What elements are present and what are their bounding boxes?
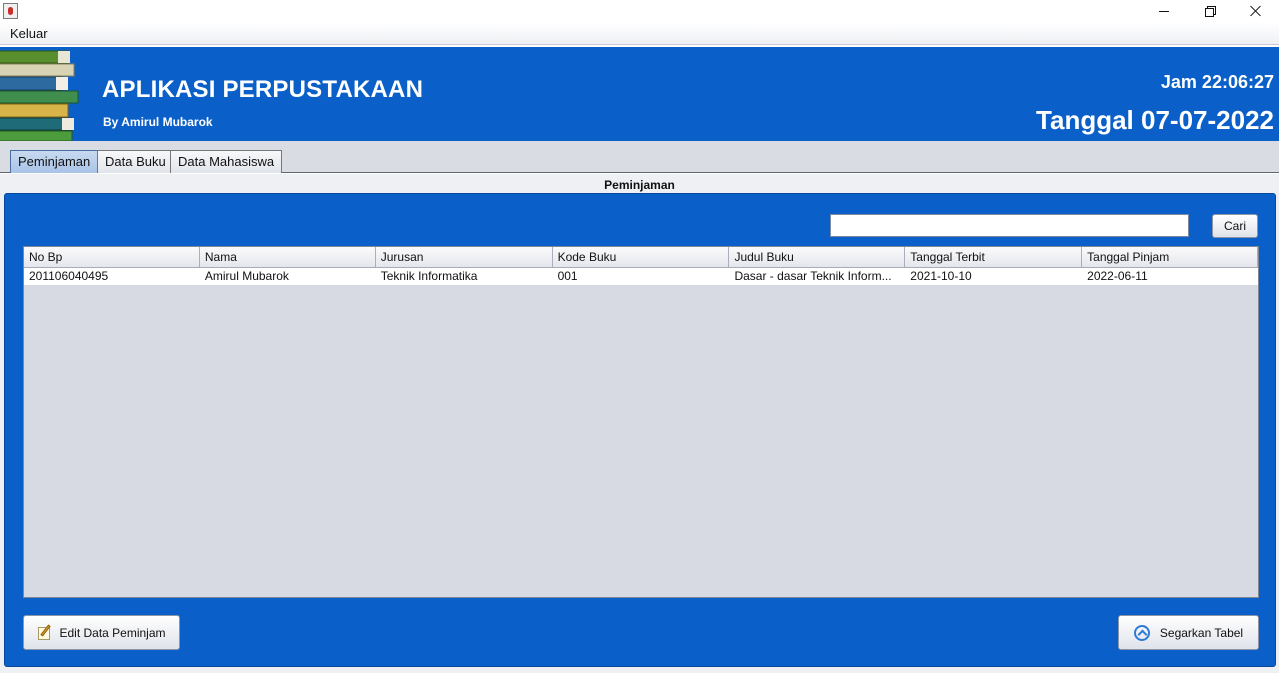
column-header[interactable]: No Bp [24,247,200,267]
panel-caption: Peminjaman [604,178,675,192]
books-stack-icon [0,47,84,141]
menu-bar: Keluar [0,23,1279,45]
table-cell: 2021-10-10 [910,269,972,283]
restore-icon [1205,6,1216,17]
table-row[interactable]: 201106040495 Amirul Mubarok Teknik Infor… [24,268,1258,285]
table-cell: Teknik Informatika [380,269,478,283]
table-header: No Bp Nama Jurusan Kode Buku Judul Buku … [24,247,1258,268]
refresh-table-label: Segarkan Tabel [1159,625,1244,640]
app-title: APLIKASI PERPUSTAKAAN [102,76,424,103]
java-cup-icon [3,3,18,19]
close-icon [1250,5,1262,17]
table-cell: 201106040495 [29,269,109,283]
tab-content: Peminjaman Cari No Bp Nama Jurusan Kode … [0,174,1279,673]
column-header[interactable]: Tanggal Pinjam [1082,247,1258,267]
app-header: APLIKASI PERPUSTAKAAN By Amirul Mubarok … [0,47,1279,141]
loans-table[interactable]: No Bp Nama Jurusan Kode Buku Judul Buku … [23,246,1259,598]
table-cell: Amirul Mubarok [204,269,289,283]
search-button[interactable]: Cari [1212,214,1258,238]
table-cell: Dasar - dasar Teknik Inform... [734,269,892,283]
table-cell: 2022-06-11 [1087,269,1148,283]
minimize-button[interactable] [1141,0,1187,22]
tab-strip: Peminjaman Data Buku Data Mahasiswa [0,141,1279,173]
minimize-icon [1159,10,1169,12]
window-titlebar [0,0,1279,23]
edit-pencil-icon [37,623,53,641]
menu-item-keluar[interactable]: Keluar [4,23,54,45]
restore-button[interactable] [1187,0,1233,22]
peminjaman-panel: Cari No Bp Nama Jurusan Kode Buku Judul … [4,193,1276,667]
column-header[interactable]: Kode Buku [553,247,730,267]
tab-data-mahasiswa[interactable]: Data Mahasiswa [170,150,283,173]
tab-data-buku[interactable]: Data Buku [97,150,174,173]
column-header[interactable]: Tanggal Terbit [905,247,1083,267]
tab-peminjaman[interactable]: Peminjaman [10,150,99,173]
column-header[interactable]: Judul Buku [729,247,906,267]
column-header[interactable]: Nama [200,247,376,267]
edit-loan-label: Edit Data Peminjam [59,625,166,640]
refresh-table-button[interactable]: Segarkan Tabel [1118,615,1259,650]
app-author: By Amirul Mubarok [103,115,213,129]
edit-loan-button[interactable]: Edit Data Peminjam [23,615,180,650]
close-button[interactable] [1233,0,1279,22]
current-date: Tanggal 07-07-2022 [1036,105,1274,135]
column-header[interactable]: Jurusan [376,247,553,267]
refresh-icon [1133,624,1150,641]
table-cell: 001 [557,269,578,283]
clock-time: Jam 22:06:27 [1160,72,1274,92]
search-input[interactable] [830,214,1189,237]
